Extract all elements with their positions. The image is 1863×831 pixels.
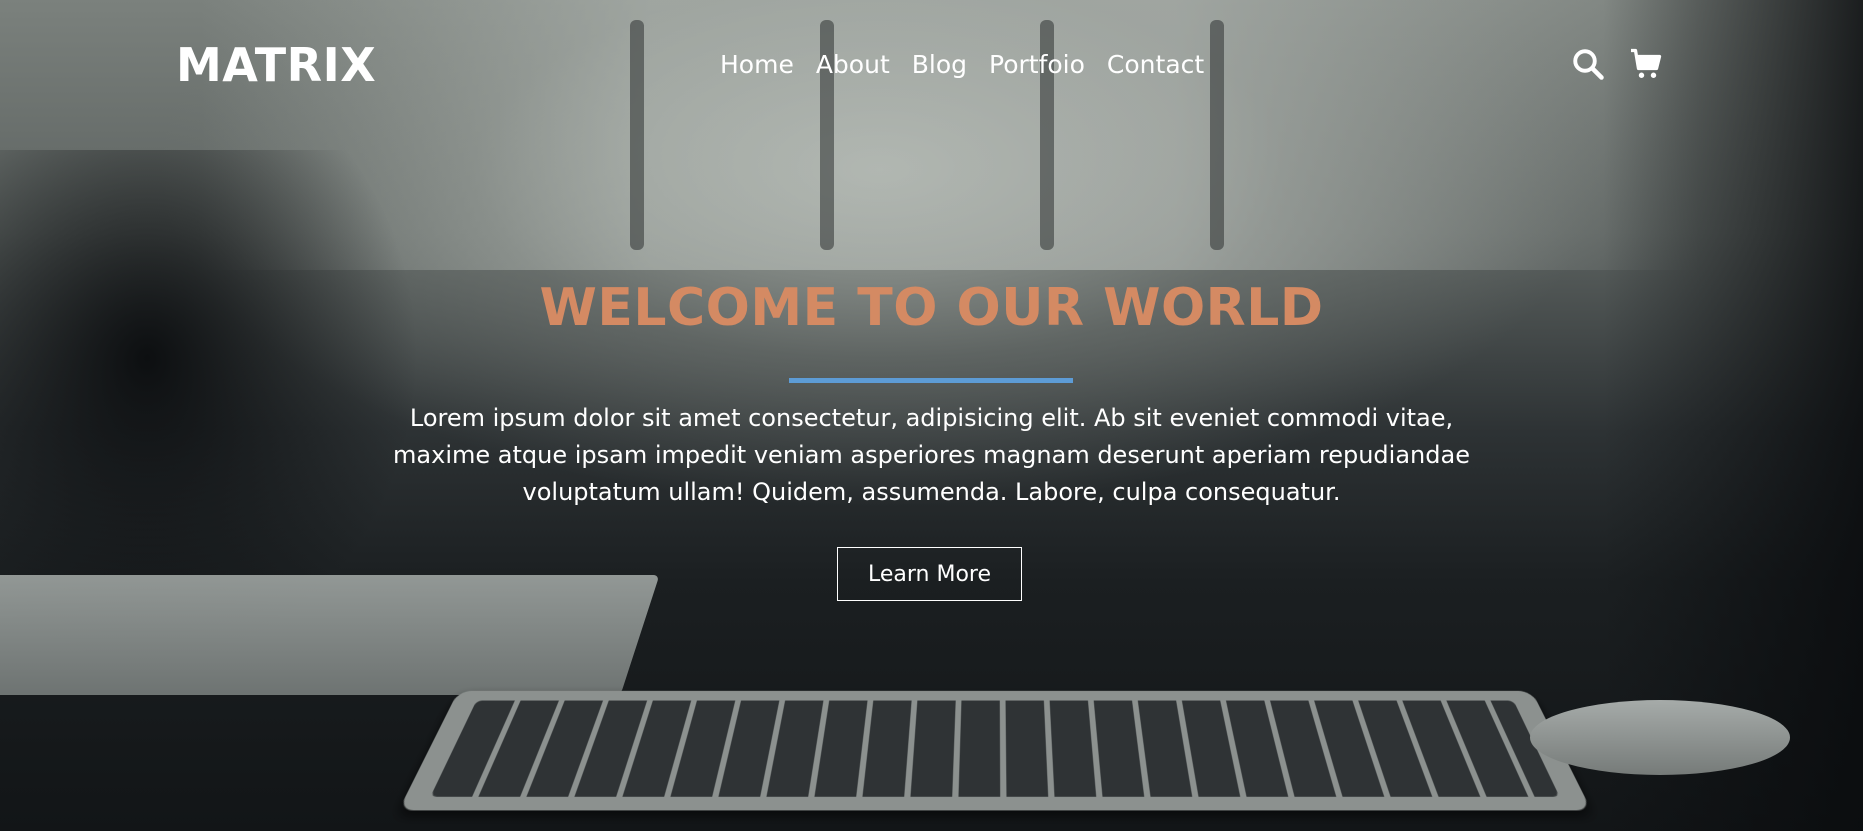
nav-blog[interactable]: Blog [912, 50, 967, 79]
background-mouse [1530, 700, 1790, 775]
hero-section: MATRIX Home About Blog Portfoio Contact … [0, 0, 1863, 831]
background-window [200, 0, 1700, 270]
search-icon[interactable] [1570, 46, 1606, 82]
nav-portfolio[interactable]: Portfoio [989, 50, 1085, 79]
nav-about[interactable]: About [816, 50, 890, 79]
background-keyboard [398, 690, 1592, 811]
nav-contact[interactable]: Contact [1107, 50, 1204, 79]
nav-home[interactable]: Home [720, 50, 794, 79]
site-logo[interactable]: MATRIX [176, 38, 376, 92]
background-pole [630, 20, 644, 250]
background-pole [1210, 20, 1224, 250]
header-icons [1570, 46, 1664, 82]
hero-title: WELCOME TO OUR WORLD [539, 278, 1324, 338]
title-divider [789, 378, 1073, 383]
background-laptop [0, 575, 660, 695]
cart-icon[interactable] [1628, 46, 1664, 82]
main-nav: Home About Blog Portfoio Contact [720, 50, 1204, 79]
learn-more-button[interactable]: Learn More [837, 547, 1022, 601]
hero-paragraph: Lorem ipsum dolor sit amet consectetur, … [393, 404, 1470, 506]
